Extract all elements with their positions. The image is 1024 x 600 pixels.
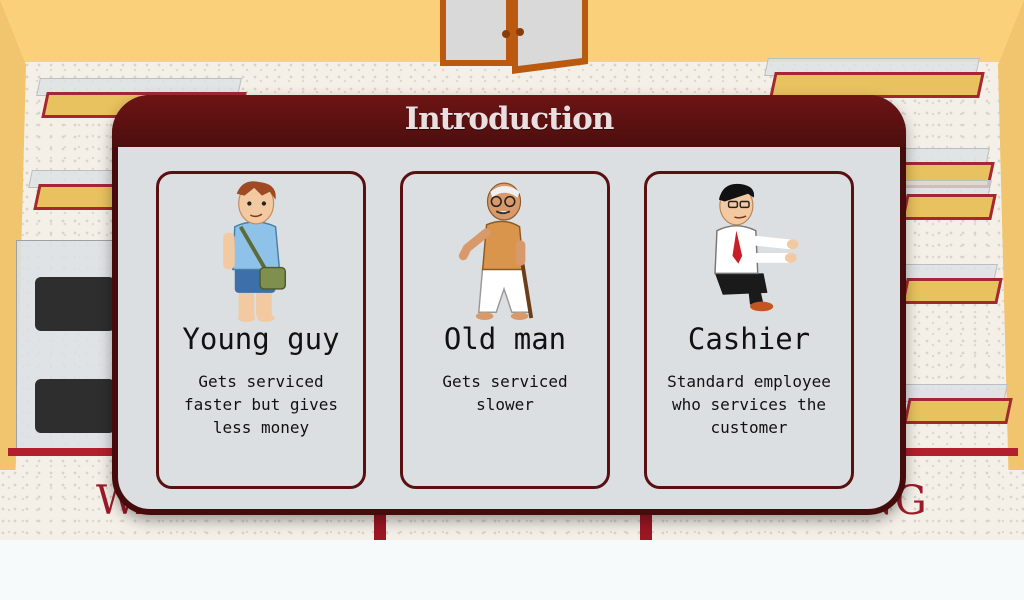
card-description: Gets serviced slower (442, 372, 568, 414)
card-cashier: Cashier Standard employee who services t… (644, 171, 854, 489)
shelf (898, 384, 1013, 432)
card-title: Young guy (182, 322, 340, 356)
card-description: Standard employee who services the custo… (667, 372, 831, 437)
young-guy-icon (223, 181, 287, 322)
card-description: Gets serviced faster but gives less mone… (183, 372, 339, 437)
shelf (896, 264, 1003, 304)
card-title: Cashier (687, 322, 811, 356)
door-icon (440, 0, 588, 74)
card-title: Old man (443, 322, 567, 356)
shelf (896, 180, 997, 220)
display-counter (16, 240, 115, 452)
cashier-icon (714, 183, 799, 312)
dialog-title: Introduction (404, 101, 615, 137)
card-old-man: Old man Gets serviced slower (400, 171, 610, 489)
card-young-guy: Young guy Gets serviced faster but gives… (156, 171, 366, 489)
old-man-icon (458, 182, 534, 321)
introduction-dialog: Introduction Young guy Gets serviced fas… (112, 95, 906, 515)
